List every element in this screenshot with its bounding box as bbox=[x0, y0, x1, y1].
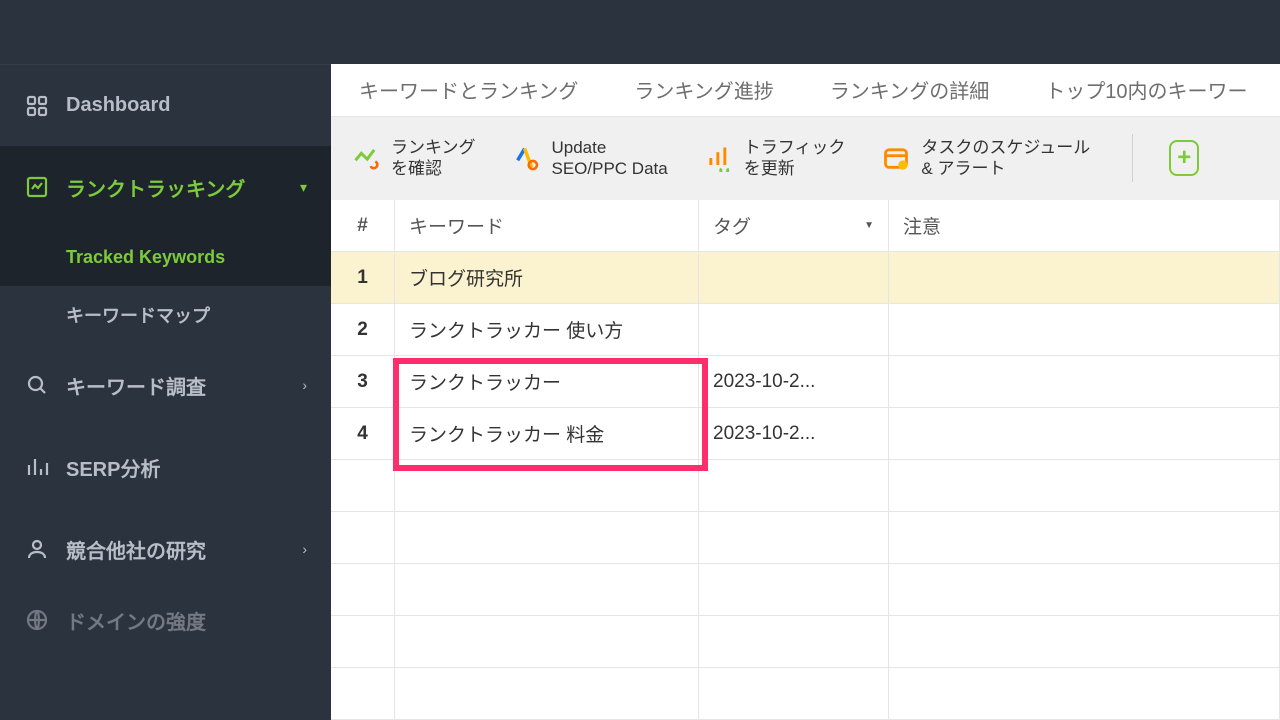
tool-label: トラフィックを更新 bbox=[744, 137, 846, 180]
sidebar-item-tracked-keywords[interactable]: Tracked Keywords bbox=[0, 228, 331, 286]
cell-num: 1 bbox=[331, 252, 395, 303]
sidebar-item-label: Tracked Keywords bbox=[66, 247, 225, 268]
check-ranking-button[interactable]: ランキングを確認 bbox=[351, 137, 476, 180]
nav-dashboard[interactable]: Dashboard bbox=[0, 64, 331, 146]
nav-label: ランクトラッキング bbox=[66, 173, 300, 202]
tool-label: タスクのスケジュール& アラート bbox=[921, 137, 1090, 180]
cell-keyword: ランクトラッカー bbox=[395, 356, 699, 407]
table-row[interactable]: 2 ランクトラッカー 使い方 bbox=[331, 304, 1280, 356]
tab-label: ランキングの詳細 bbox=[830, 75, 989, 104]
nav-rank-tracking[interactable]: ランクトラッキング ▾ bbox=[0, 146, 331, 228]
main-panel: キーワードとランキング ランキング進捗 ランキングの詳細 トップ10内のキーワー… bbox=[331, 64, 1280, 720]
bar-chart-icon bbox=[24, 454, 50, 480]
cell-note bbox=[889, 252, 1280, 303]
cell-note bbox=[889, 408, 1280, 459]
keyword-table: # キーワード タグ▼ 注意 1 ブログ研究所 2 ランクトラッカー 使い方 3… bbox=[331, 200, 1280, 720]
separator bbox=[1132, 134, 1133, 182]
dropdown-icon: ▼ bbox=[864, 220, 874, 231]
tabs: キーワードとランキング ランキング進捗 ランキングの詳細 トップ10内のキーワー bbox=[331, 64, 1280, 117]
cell-tag: 2023-10-2... bbox=[699, 408, 889, 459]
nav-label: ドメインの強度 bbox=[66, 606, 307, 635]
col-note[interactable]: 注意 bbox=[889, 200, 1280, 251]
sidebar: Dashboard ランクトラッキング ▾ Tracked Keywords キ… bbox=[0, 64, 331, 720]
cell-tag bbox=[699, 252, 889, 303]
tab-ranking-progress[interactable]: ランキング進捗 bbox=[606, 64, 801, 116]
chart-icon bbox=[24, 174, 50, 200]
tab-label: キーワードとランキング bbox=[359, 75, 578, 104]
tool-label: UpdateSEO/PPC Data bbox=[552, 137, 668, 180]
col-keyword[interactable]: キーワード bbox=[395, 200, 699, 251]
cell-tag: 2023-10-2... bbox=[699, 356, 889, 407]
update-traffic-button[interactable]: トラフィックを更新 bbox=[704, 137, 846, 180]
nav-label: キーワード調査 bbox=[66, 371, 302, 400]
refresh-icon bbox=[512, 143, 542, 173]
table-row bbox=[331, 512, 1280, 564]
task-schedule-button[interactable]: タスクのスケジュール& アラート bbox=[881, 137, 1090, 180]
col-tag[interactable]: タグ▼ bbox=[699, 200, 889, 251]
tab-label: トップ10内のキーワー bbox=[1045, 75, 1247, 104]
table-row bbox=[331, 564, 1280, 616]
table-header: # キーワード タグ▼ 注意 bbox=[331, 200, 1280, 252]
traffic-icon bbox=[704, 143, 734, 173]
cell-keyword: ランクトラッカー 料金 bbox=[395, 408, 699, 459]
chevron-down-icon: ▾ bbox=[300, 179, 307, 196]
top-bar bbox=[0, 0, 1280, 64]
tab-ranking-detail[interactable]: ランキングの詳細 bbox=[802, 64, 1017, 116]
cell-keyword: ブログ研究所 bbox=[395, 252, 699, 303]
ranking-icon bbox=[351, 143, 381, 173]
tab-top10[interactable]: トップ10内のキーワー bbox=[1017, 64, 1275, 116]
cell-tag bbox=[699, 304, 889, 355]
cell-note bbox=[889, 356, 1280, 407]
cell-num: 4 bbox=[331, 408, 395, 459]
nav-label: Dashboard bbox=[66, 94, 307, 117]
person-icon bbox=[24, 536, 50, 562]
table-row[interactable]: 3 ランクトラッカー 2023-10-2... bbox=[331, 356, 1280, 408]
add-button[interactable]: + bbox=[1169, 140, 1199, 176]
tab-label: ランキング進捗 bbox=[634, 75, 773, 104]
nav-label: SERP分析 bbox=[66, 453, 307, 482]
cell-keyword: ランクトラッカー 使い方 bbox=[395, 304, 699, 355]
table-row bbox=[331, 460, 1280, 512]
dashboard-icon bbox=[24, 93, 50, 119]
table-row[interactable]: 1 ブログ研究所 bbox=[331, 252, 1280, 304]
table-row bbox=[331, 668, 1280, 720]
tool-label: ランキングを確認 bbox=[391, 137, 476, 180]
toolbar: ランキングを確認 UpdateSEO/PPC Data トラフィックを更新 タス… bbox=[331, 117, 1280, 200]
sidebar-item-label: キーワードマップ bbox=[66, 302, 210, 328]
col-number[interactable]: # bbox=[331, 200, 395, 251]
update-seo-button[interactable]: UpdateSEO/PPC Data bbox=[512, 137, 668, 180]
globe-icon bbox=[24, 607, 50, 633]
cell-num: 2 bbox=[331, 304, 395, 355]
table-row[interactable]: 4 ランクトラッカー 料金 2023-10-2... bbox=[331, 408, 1280, 460]
nav-serp[interactable]: SERP分析 bbox=[0, 426, 331, 508]
plus-icon: + bbox=[1177, 144, 1191, 172]
search-icon bbox=[24, 372, 50, 398]
calendar-icon bbox=[881, 143, 911, 173]
nav-domain-strength[interactable]: ドメインの強度 bbox=[0, 590, 331, 650]
nav-label: 競合他社の研究 bbox=[66, 535, 302, 564]
chevron-right-icon: › bbox=[302, 541, 307, 557]
chevron-right-icon: › bbox=[302, 377, 307, 393]
tab-keywords-ranking[interactable]: キーワードとランキング bbox=[331, 64, 606, 116]
nav-competitor[interactable]: 競合他社の研究 › bbox=[0, 508, 331, 590]
cell-num: 3 bbox=[331, 356, 395, 407]
nav-keyword-research[interactable]: キーワード調査 › bbox=[0, 344, 331, 426]
table-row bbox=[331, 616, 1280, 668]
sidebar-item-keyword-map[interactable]: キーワードマップ bbox=[0, 286, 331, 344]
cell-note bbox=[889, 304, 1280, 355]
